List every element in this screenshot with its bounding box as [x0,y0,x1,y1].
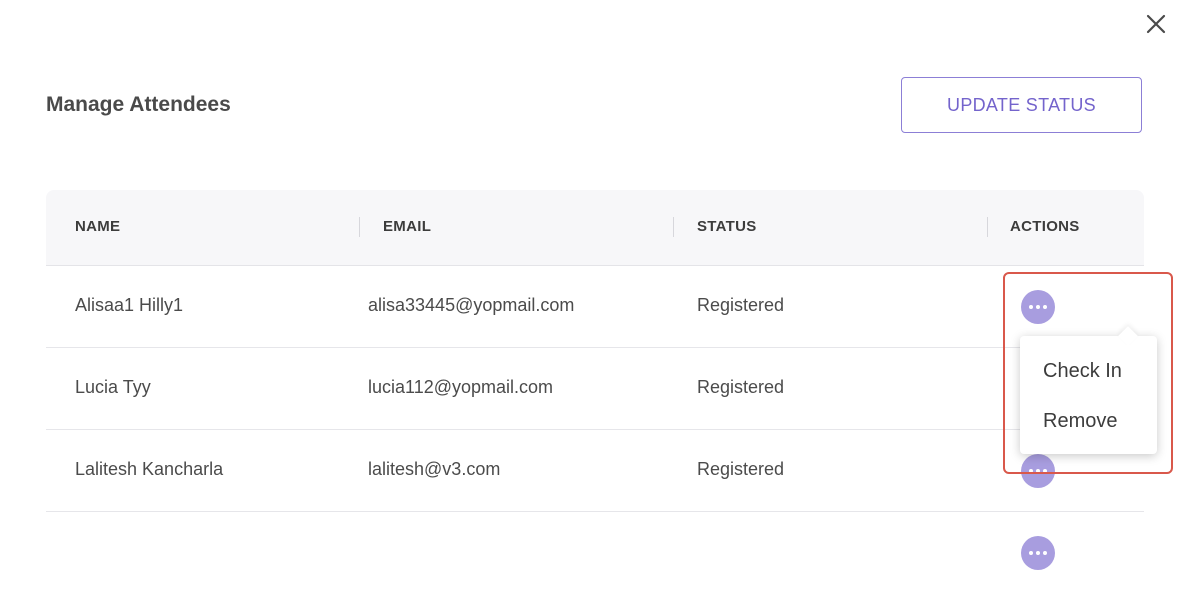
attendee-status: Registered [697,377,785,397]
attendee-status: Registered [697,459,785,479]
attendee-email: lucia112@yopmail.com [368,377,554,397]
table-row: Alisaa1 Hilly1 alisa33445@yopmail.com Re… [46,266,1144,348]
actions-dropdown-menu: Check In Remove [1020,326,1157,454]
attendee-name: Alisaa1 Hilly1 [75,295,184,315]
remove-menu-item[interactable]: Remove [1043,410,1117,433]
row-actions-button[interactable] [1021,290,1055,324]
column-header-email[interactable]: EMAIL [383,218,431,235]
attendee-email: lalitesh@v3.com [368,459,501,479]
table-header: NAME EMAIL STATUS ACTIONS [46,190,1144,266]
attendee-status: Registered [697,295,785,315]
table-row [46,512,1144,594]
column-header-actions: ACTIONS [1010,218,1080,235]
column-header-name[interactable]: NAME [75,218,120,235]
more-icon [1029,305,1033,309]
check-in-menu-item[interactable]: Check In [1043,360,1122,383]
more-icon-dot [1043,551,1047,555]
attendee-email: alisa33445@yopmail.com [368,295,575,315]
row-actions-button[interactable] [1021,454,1055,488]
more-icon-dot [1036,305,1040,309]
more-icon-dot [1043,469,1047,473]
column-header-status[interactable]: STATUS [697,218,757,235]
more-icon-dot [1036,551,1040,555]
more-icon-dot [1036,469,1040,473]
close-icon [1146,14,1166,34]
update-status-button[interactable]: UPDATE STATUS [901,77,1142,133]
page-title: Manage Attendees [46,93,231,116]
row-actions-button[interactable] [1021,536,1055,570]
table-row: Lucia Tyy lucia112@yopmail.com Registere… [46,348,1144,430]
column-divider [673,217,674,237]
table-row: Lalitesh Kancharla lalitesh@v3.com Regis… [46,430,1144,512]
column-divider [987,217,988,237]
attendee-name: Lalitesh Kancharla [75,459,224,479]
close-button[interactable] [1144,12,1168,36]
more-icon [1029,469,1033,473]
more-icon [1029,551,1033,555]
more-icon-dot [1043,305,1047,309]
column-divider [359,217,360,237]
attendee-name: Lucia Tyy [75,377,151,397]
attendees-table: NAME EMAIL STATUS ACTIONS Alisaa1 Hilly1… [46,190,1144,594]
